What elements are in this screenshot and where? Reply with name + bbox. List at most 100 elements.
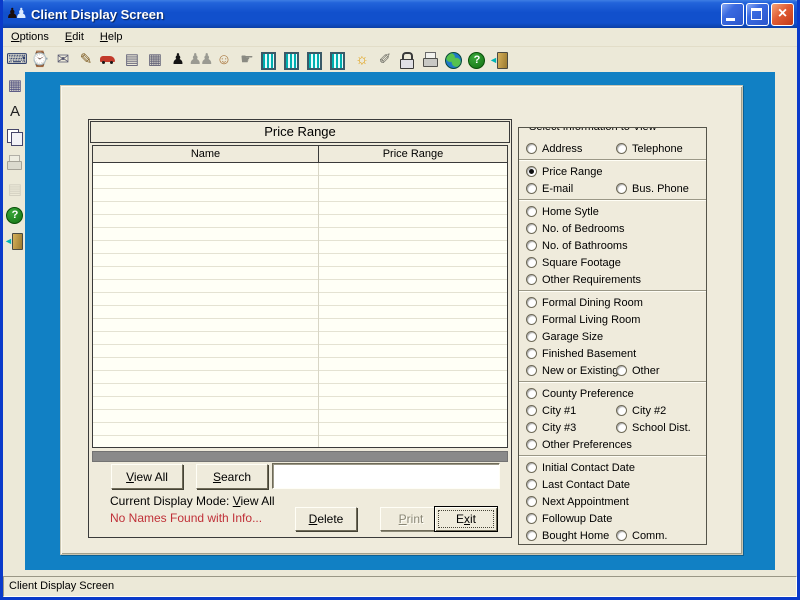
clipboard-icon[interactable] [4,126,24,148]
radio-square-footage[interactable]: Square Footage [526,257,621,269]
computer-icon[interactable]: ⌨ [6,49,26,71]
radio-formal-dining-room[interactable]: Formal Dining Room [526,297,643,309]
radio-button[interactable] [526,348,537,359]
printer-icon[interactable] [420,49,440,71]
radio-button[interactable] [526,365,537,376]
radio-button[interactable] [526,183,537,194]
print-button[interactable]: Print [380,507,442,531]
horizontal-scrollbar[interactable] [92,451,508,462]
radio-other[interactable]: Other [616,365,660,377]
column-header-name[interactable]: Name [93,146,319,162]
compose-icon[interactable]: ✎ [75,49,95,71]
globe-icon[interactable] [443,49,463,71]
radio-school-dist[interactable]: School Dist. [616,422,691,434]
clock-icon[interactable]: ⌚ [29,49,49,71]
exit-icon[interactable] [4,230,24,252]
radio-finished-basement[interactable]: Finished Basement [526,348,636,360]
radio-home-sytle[interactable]: Home Sytle [526,206,599,218]
menu-edit[interactable]: Edit [65,31,84,43]
radio-button[interactable] [616,143,627,154]
radio-button[interactable] [526,439,537,450]
radio-garage-size[interactable]: Garage Size [526,331,603,343]
radio-bus-phone[interactable]: Bus. Phone [616,183,689,195]
car-icon[interactable] [98,49,118,71]
radio-next-appointment[interactable]: Next Appointment [526,496,629,508]
lightbulb-icon[interactable]: ☼ [351,49,371,71]
radio-button[interactable] [526,530,537,541]
window-icon-2[interactable] [282,49,302,71]
close-button[interactable] [771,3,794,26]
delete-button[interactable]: Delete [295,507,357,531]
radio-button[interactable] [526,479,537,490]
radio-price-range[interactable]: Price Range [526,166,603,178]
radio-button[interactable] [526,496,537,507]
radio-button[interactable] [526,240,537,251]
radio-button[interactable] [616,183,627,194]
radio-city-2[interactable]: City #2 [616,405,666,417]
radio-button[interactable] [526,274,537,285]
paper-pencil-icon[interactable]: ✐ [374,49,394,71]
radio-new-or-existing[interactable]: New or Existing [526,365,616,377]
radio-no-of-bedrooms[interactable]: No. of Bedrooms [526,223,625,235]
lock-icon[interactable] [397,49,417,71]
search-input[interactable] [272,463,500,489]
radio-button[interactable] [526,405,537,416]
radio-other-requirements[interactable]: Other Requirements [526,274,641,286]
font-icon[interactable]: A [4,100,24,122]
exit-button[interactable]: Exit [434,506,498,532]
radio-county-preference[interactable]: County Preference [526,388,634,400]
radio-followup-date[interactable]: Followup Date [526,513,612,525]
radio-button[interactable] [526,143,537,154]
client-list-table[interactable]: Name Price Range [92,145,508,448]
radio-button[interactable] [526,422,537,433]
face-icon[interactable]: ☺ [213,49,233,71]
radio-button[interactable] [526,388,537,399]
radio-button[interactable] [526,331,537,342]
radio-button[interactable] [616,365,627,376]
radio-comm[interactable]: Comm. [616,530,667,542]
radio-telephone[interactable]: Telephone [616,143,683,155]
radio-other-preferences[interactable]: Other Preferences [526,439,632,451]
radio-button[interactable] [526,513,537,524]
radio-e-mail[interactable]: E-mail [526,183,616,195]
radio-button[interactable] [526,297,537,308]
notes-disabled-icon[interactable]: ▤ [4,178,24,200]
maximize-button[interactable] [746,3,769,26]
help-icon[interactable]: ? [4,204,24,226]
radio-button[interactable] [526,257,537,268]
hand-paper-icon[interactable]: ☛ [236,49,256,71]
app-icon[interactable] [6,5,26,23]
radio-initial-contact-date[interactable]: Initial Contact Date [526,462,635,474]
radio-no-of-bathrooms[interactable]: No. of Bathrooms [526,240,628,252]
minimize-button[interactable] [721,3,744,26]
radio-button[interactable] [616,405,627,416]
printer-disabled-icon[interactable] [4,152,24,174]
radio-button[interactable] [526,166,537,177]
person-icon[interactable]: ♟ [167,49,187,71]
radio-bought-home[interactable]: Bought Home [526,530,616,542]
radio-city-3[interactable]: City #3 [526,422,616,434]
radio-button[interactable] [616,422,627,433]
menu-options[interactable]: Options [11,31,49,43]
view-all-button[interactable]: View All [111,464,183,489]
people-icon[interactable]: ♟♟ [190,49,210,71]
help-icon[interactable]: ? [466,49,486,71]
menu-help[interactable]: Help [100,31,123,43]
window-icon-3[interactable] [305,49,325,71]
notes-icon[interactable]: ▤ [121,49,141,71]
window-icon-4[interactable] [328,49,348,71]
window-icon-1[interactable] [259,49,279,71]
search-button[interactable]: Search [196,464,268,489]
radio-formal-living-room[interactable]: Formal Living Room [526,314,640,326]
table-body[interactable] [93,163,507,447]
radio-city-1[interactable]: City #1 [526,405,616,417]
radio-button[interactable] [526,223,537,234]
title-bar[interactable]: Client Display Screen [0,0,800,28]
radio-button[interactable] [616,530,627,541]
photo-notes-icon[interactable]: ▦ [144,49,164,71]
exit-icon[interactable] [489,49,509,71]
radio-last-contact-date[interactable]: Last Contact Date [526,479,630,491]
radio-button[interactable] [526,462,537,473]
radio-button[interactable] [526,314,537,325]
grid-icon[interactable]: ▦ [4,74,24,96]
